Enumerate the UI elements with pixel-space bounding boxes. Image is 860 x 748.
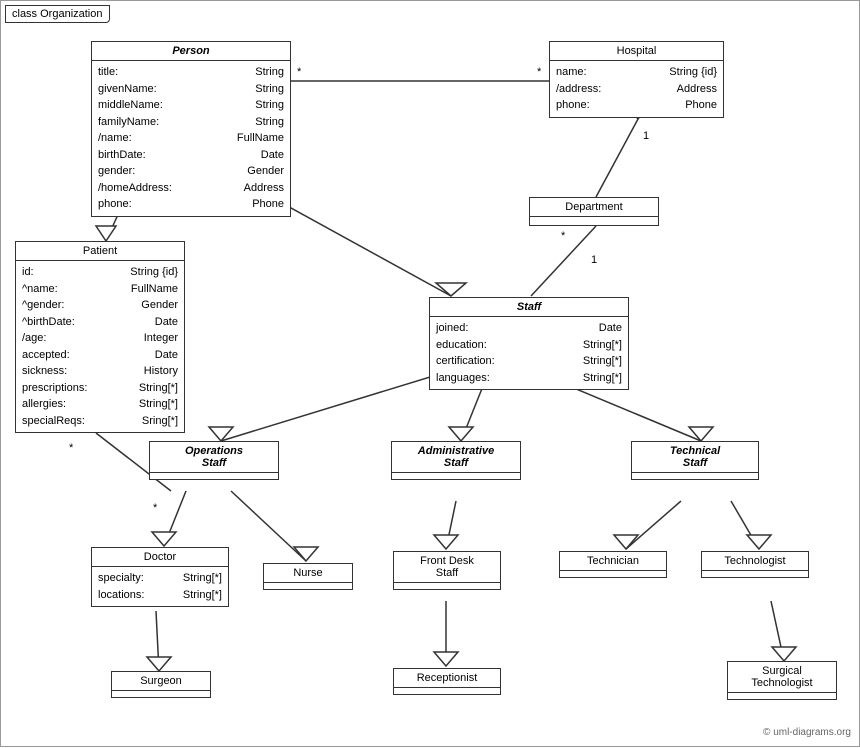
administrative-staff-box: AdministrativeStaff [391,441,521,480]
department-attrs [530,217,658,225]
person-attrs: title:String givenName:String middleName… [92,61,290,216]
uml-diagram: class Organization [0,0,860,747]
watermark: © uml-diagrams.org [763,727,851,738]
surgeon-box: Surgeon [111,671,211,698]
patient-attrs: id:String {id} ^name:FullName ^gender:Ge… [16,261,184,432]
svg-text:*: * [537,66,542,78]
front-desk-staff-title: Front DeskStaff [394,552,500,583]
hospital-attrs: name:String {id} /address:Address phone:… [550,61,723,117]
svg-text:1: 1 [643,130,649,142]
svg-text:1: 1 [591,254,597,266]
administrative-staff-title: AdministrativeStaff [392,442,520,473]
surgeon-title: Surgeon [112,672,210,691]
svg-text:*: * [153,502,158,514]
doctor-box: Doctor specialty:String[*] locations:Str… [91,547,229,607]
staff-title: Staff [430,298,628,317]
technologist-title: Technologist [702,552,808,571]
patient-title: Patient [16,242,184,261]
doctor-attrs: specialty:String[*] locations:String[*] [92,567,228,606]
technical-staff-title: TechnicalStaff [632,442,758,473]
receptionist-title: Receptionist [394,669,500,688]
staff-box: Staff joined:Date education:String[*] ce… [429,297,629,390]
svg-text:*: * [69,442,74,454]
svg-text:*: * [297,66,302,78]
technician-box: Technician [559,551,667,578]
operations-staff-title: OperationsStaff [150,442,278,473]
hospital-box: Hospital name:String {id} /address:Addre… [549,41,724,118]
hospital-title: Hospital [550,42,723,61]
svg-text:*: * [561,230,566,242]
staff-attrs: joined:Date education:String[*] certific… [430,317,628,389]
person-box: Person title:String givenName:String mid… [91,41,291,217]
person-title: Person [92,42,290,61]
diagram-label: class Organization [5,5,110,23]
operations-staff-box: OperationsStaff [149,441,279,480]
technologist-box: Technologist [701,551,809,578]
patient-box: Patient id:String {id} ^name:FullName ^g… [15,241,185,433]
nurse-box: Nurse [263,563,353,590]
technical-staff-box: TechnicalStaff [631,441,759,480]
nurse-title: Nurse [264,564,352,583]
surgical-technologist-title: SurgicalTechnologist [728,662,836,693]
technician-title: Technician [560,552,666,571]
doctor-title: Doctor [92,548,228,567]
department-box: Department [529,197,659,226]
surgical-technologist-box: SurgicalTechnologist [727,661,837,700]
front-desk-staff-box: Front DeskStaff [393,551,501,590]
department-title: Department [530,198,658,217]
receptionist-box: Receptionist [393,668,501,695]
